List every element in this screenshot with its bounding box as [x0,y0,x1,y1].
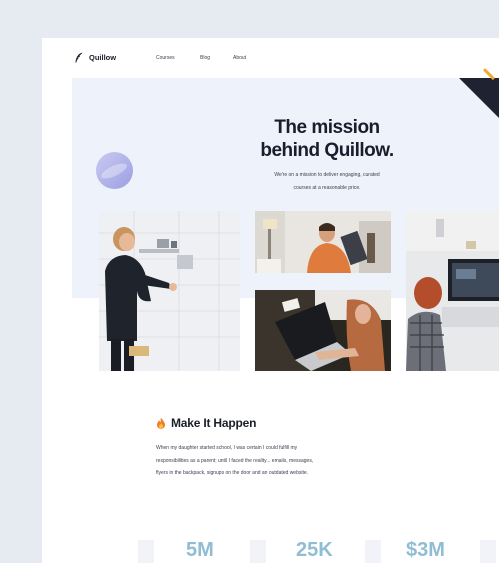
hero-title: The mission behind Quillow. [222,116,432,162]
nav-link-courses[interactable]: Courses [156,55,175,61]
hero-title-line-1: The mission [274,117,380,138]
brand-logo[interactable]: Quillow [74,52,116,63]
top-nav: Quillow Courses Blog About [42,38,499,78]
stat-divider [365,540,381,563]
decorative-bubble [96,152,133,189]
stat-value-revenue: $3M [406,539,445,561]
corner-decoration [459,68,499,118]
hero-subtitle-line-1: We're on a mission to deliver engaging, … [274,172,380,178]
nav-link-blog[interactable]: Blog [200,55,210,61]
section-body-line: flyers in the backpack, signups on the d… [156,470,309,476]
section-body: When my daughter started school, I was c… [156,442,356,480]
stat-value-students: 5M [186,539,214,561]
hero-title-line-2: behind Quillow. [260,140,394,161]
quill-icon [75,52,83,63]
section-title: Make It Happen [171,416,257,430]
fire-icon [157,417,165,429]
photo-man-at-wall [99,211,240,371]
section-heading: Make It Happen [156,416,256,430]
stat-divider [480,540,496,563]
section-body-line: responsibilities as a parent; until I fa… [156,457,314,464]
section-body-line: When my daughter started school, I was c… [156,445,298,451]
stats-row: 5M 25K $3M [42,536,499,563]
photo-man-with-laptop [255,211,391,273]
nav-link-about[interactable]: About [233,55,246,61]
photo-woman-at-monitor [406,211,499,371]
brand-name: Quillow [89,53,117,62]
hero-subtitle: We're on a mission to deliver engaging, … [232,169,422,195]
hero-subtitle-line-2: courses at a reasonable price. [293,185,361,191]
stat-divider [138,540,154,563]
stat-divider [250,540,266,563]
photo-laptop-desk [255,290,391,371]
stat-value-courses: 25K [296,539,333,561]
page-card: Quillow Courses Blog About The mission b… [42,38,499,563]
